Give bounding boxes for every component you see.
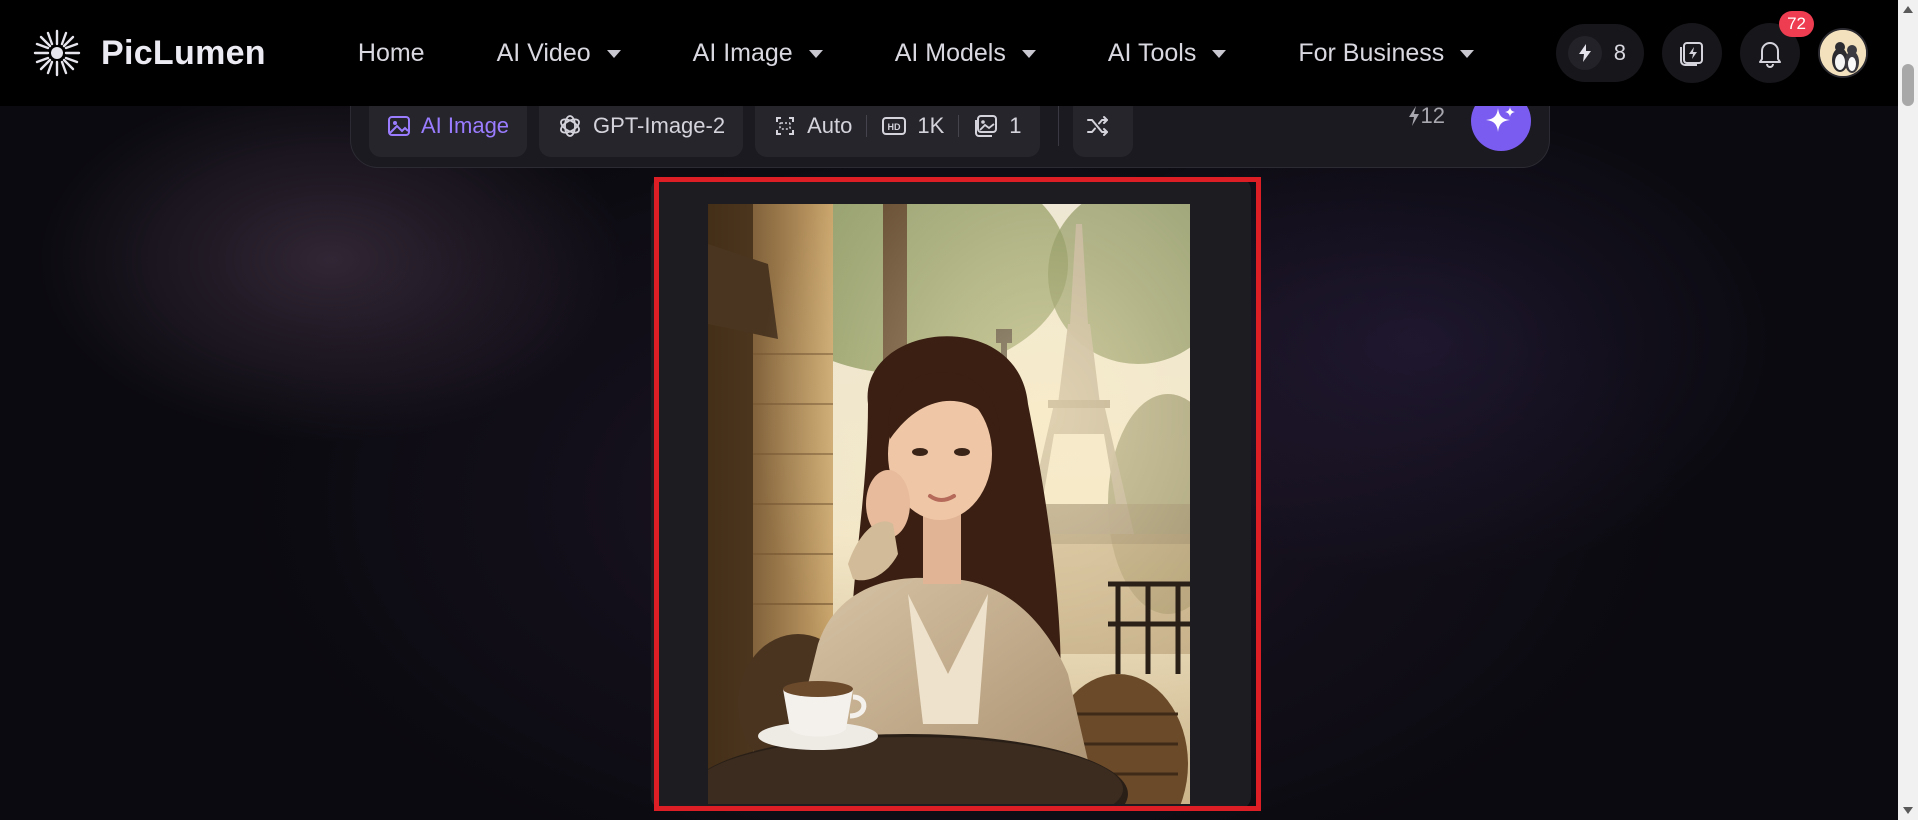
bolt-icon — [1567, 36, 1602, 70]
nav-ai-video[interactable]: AI Video — [497, 39, 621, 68]
caret-down-icon — [1212, 50, 1227, 58]
sparkle-icon — [1486, 107, 1515, 132]
notifications-badge: 72 — [1779, 11, 1814, 37]
scrollbar-thumb[interactable] — [1902, 64, 1914, 106]
buy-credits-button[interactable] — [1662, 23, 1722, 83]
nav-ai-tools[interactable]: AI Tools — [1107, 38, 1227, 68]
image-count-selector[interactable]: 1 — [973, 113, 1022, 139]
avatar[interactable] — [1818, 28, 1868, 78]
model-label: GPT-Image-2 — [593, 113, 726, 138]
divider — [958, 115, 960, 137]
toolbar-divider — [1057, 106, 1059, 146]
quality-label: 1K — [917, 113, 945, 138]
nav-home-label: Home — [357, 38, 425, 67]
nav-ai-image-label: AI Image — [692, 38, 793, 67]
credits-button[interactable]: 8 — [1555, 24, 1644, 82]
count-label: 1 — [1009, 113, 1022, 138]
scroll-down-icon[interactable] — [1903, 807, 1913, 814]
scroll-up-icon[interactable] — [1903, 6, 1913, 13]
bolt-icon — [1408, 106, 1419, 126]
cost-value: 12 — [1420, 103, 1445, 128]
caret-down-icon — [1021, 50, 1036, 58]
mode-label: AI Image — [421, 113, 510, 138]
top-navigation: PicLumen Home AI Video AI Image AI Model… — [0, 0, 1898, 106]
bell-icon — [1759, 42, 1781, 68]
images-icon — [975, 115, 998, 137]
openai-icon — [560, 115, 580, 137]
aspect-ratio-selector[interactable]: Auto — [773, 113, 852, 139]
nav-ai-video-label: AI Video — [496, 38, 591, 67]
brand[interactable]: PicLumen — [30, 26, 266, 80]
nav-ai-models[interactable]: AI Models — [895, 39, 1036, 68]
generated-image[interactable] — [708, 204, 1190, 804]
caret-down-icon — [1460, 50, 1475, 58]
credits-count: 8 — [1613, 40, 1626, 65]
user-area: 8 72 — [1555, 0, 1868, 106]
caret-down-icon — [808, 50, 823, 58]
nav-for-business[interactable]: For Business — [1298, 38, 1475, 68]
hd-icon: HD — [882, 117, 907, 135]
nav-ai-image[interactable]: AI Image — [693, 39, 823, 68]
piclumen-logo-icon — [33, 29, 81, 77]
divider — [866, 115, 868, 137]
caret-down-icon — [606, 50, 621, 58]
image-icon — [388, 116, 410, 136]
shuffle-icon — [1086, 116, 1108, 136]
generation-cost: 12 — [1407, 103, 1445, 129]
notifications-button[interactable]: 72 — [1740, 11, 1814, 83]
aspect-ratio-icon — [776, 117, 795, 135]
nav-for-business-label: For Business — [1298, 38, 1445, 67]
page-scrollbar[interactable] — [1898, 0, 1918, 820]
quality-selector[interactable]: HD 1K — [881, 113, 944, 139]
nav-ai-models-label: AI Models — [894, 38, 1006, 67]
nav-ai-tools-label: AI Tools — [1107, 38, 1197, 67]
nav-home[interactable]: Home — [358, 39, 425, 68]
main-menu: Home AI Video AI Image AI Models AI Tool… — [358, 39, 1546, 68]
card-bolt-icon — [1680, 42, 1703, 66]
ratio-label: Auto — [807, 113, 853, 138]
svg-text:HD: HD — [888, 122, 901, 132]
brand-name: PicLumen — [101, 33, 266, 72]
